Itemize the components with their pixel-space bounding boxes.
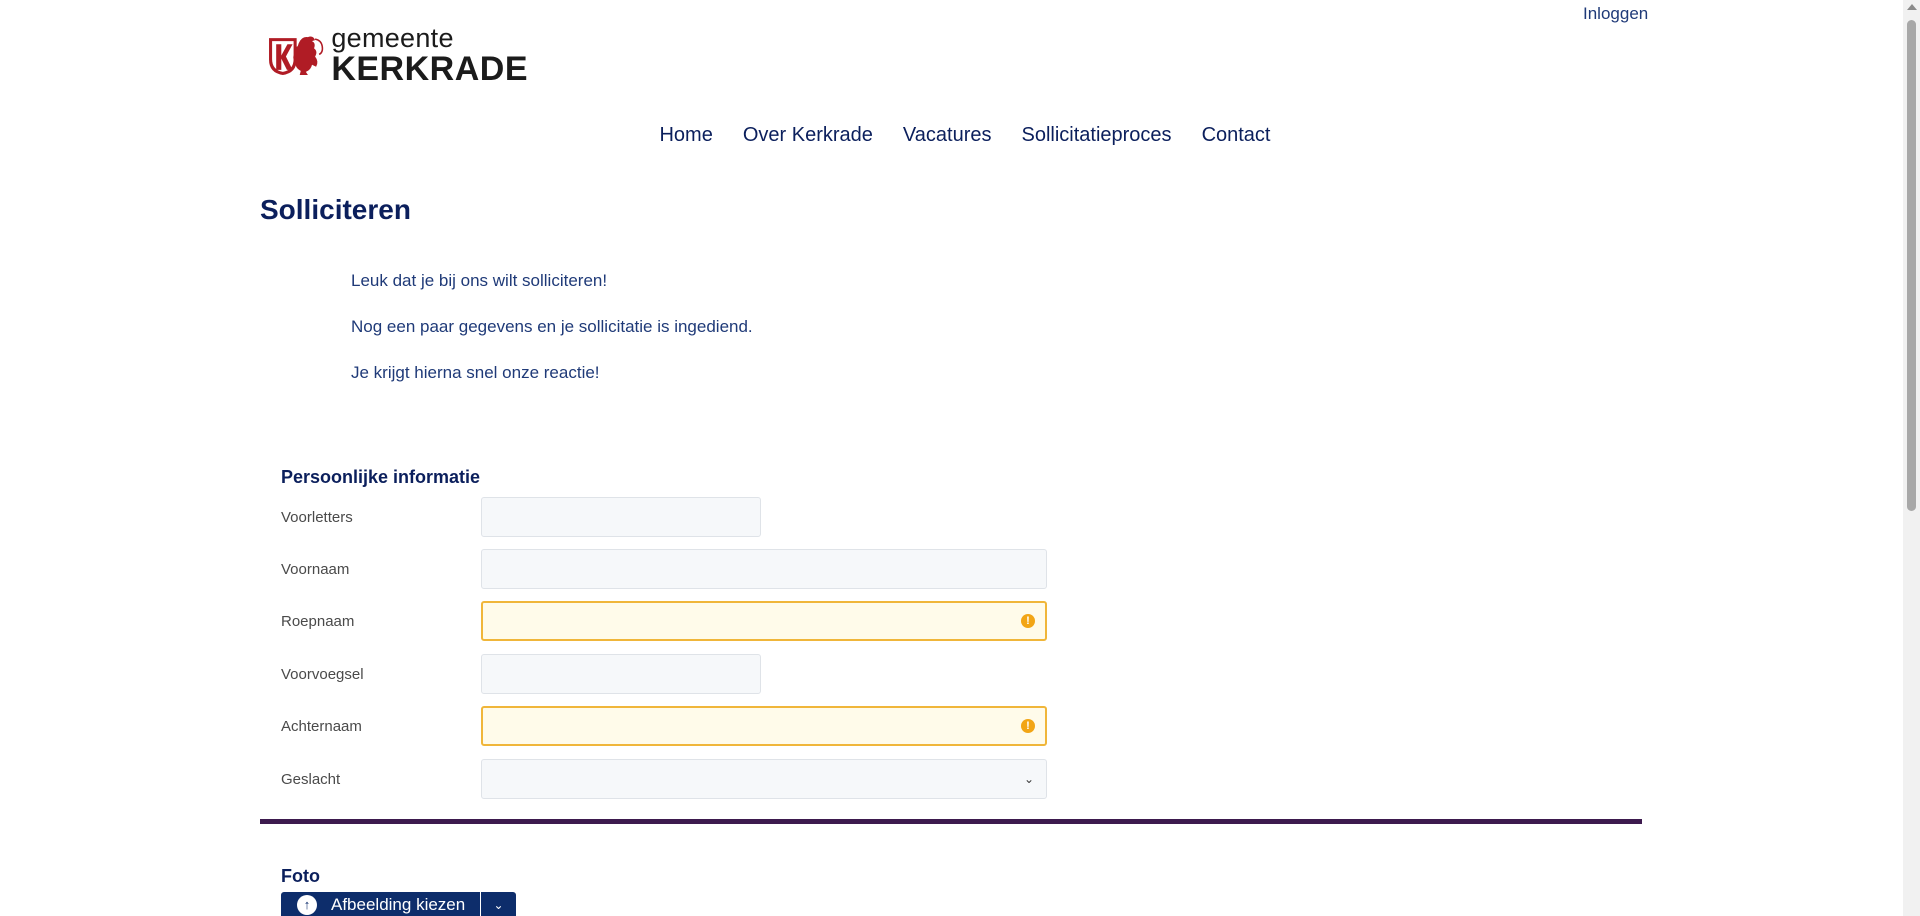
label-roepnaam: Roepnaam [281,612,355,630]
logo-line2: KERKRADE [331,49,528,88]
chevron-down-icon: ⌄ [493,898,504,912]
section-divider [260,819,1642,824]
upload-icon: ↑ [297,895,317,915]
form-row-geslacht: Geslacht [281,759,481,799]
upload-button-group: ↑ Afbeelding kiezen ⌄ [281,892,516,916]
intro-line-2: Nog een paar gegevens en je sollicitatie… [351,317,753,336]
scrollbar-thumb[interactable] [1907,20,1916,511]
chevron-down-icon: ⌄ [1023,772,1034,786]
label-achternaam: Achternaam [281,717,362,735]
coat-of-arms-icon [269,36,324,75]
voorvoegsel-input[interactable] [481,654,761,694]
form-row-voornaam: Voornaam [281,549,481,589]
form-row-achternaam: Achternaam [281,706,481,746]
upload-image-button[interactable]: ↑ Afbeelding kiezen [281,892,480,916]
form-row-roepnaam: Roepnaam [281,601,481,641]
roepnaam-input[interactable]: ! [481,601,1047,641]
label-voornaam: Voornaam [281,560,350,578]
warning-icon: ! [1021,614,1035,628]
intro-line-3: Je krijgt hierna snel onze reactie! [351,363,600,382]
form-row-voorvoegsel: Voorvoegsel [281,654,481,694]
intro-text: Leuk dat je bij ons wilt solliciteren! N… [351,270,753,408]
geslacht-select[interactable]: ⌄ [481,759,1047,799]
logo[interactable]: gemeente KERKRADE [268,12,528,98]
login-link[interactable]: Inloggen [1583,4,1648,24]
voornaam-input[interactable] [481,549,1047,589]
upload-options-toggle[interactable]: ⌄ [481,892,516,916]
nav-item-contact[interactable]: Contact [1202,124,1271,147]
intro-line-1: Leuk dat je bij ons wilt solliciteren! [351,271,608,290]
section-title-photo: Foto [281,866,320,886]
nav-item-vacatures[interactable]: Vacatures [903,124,992,147]
nav-item-over-kerkrade[interactable]: Over Kerkrade [743,124,873,147]
section-title-personal: Persoonlijke informatie [281,467,481,487]
main-nav: Home Over Kerkrade Vacatures Sollicitati… [0,124,1920,147]
label-geslacht: Geslacht [281,770,341,788]
nav-item-home[interactable]: Home [659,124,712,147]
page-title: Solliciteren [260,194,411,225]
logo-line1: gemeente [331,22,454,53]
form-row-voorletters: Voorletters [281,497,481,537]
warning-icon: ! [1021,719,1035,733]
voorletters-input[interactable] [481,497,761,537]
nav-item-sollicitatieproces[interactable]: Sollicitatieproces [1021,124,1171,147]
scroll-up-arrow-icon[interactable] [1907,4,1917,10]
page-scrollbar[interactable] [1903,0,1920,916]
label-voorletters: Voorletters [281,508,353,526]
label-voorvoegsel: Voorvoegsel [281,665,364,683]
achternaam-input[interactable]: ! [481,706,1047,746]
upload-image-label: Afbeelding kiezen [331,895,466,914]
